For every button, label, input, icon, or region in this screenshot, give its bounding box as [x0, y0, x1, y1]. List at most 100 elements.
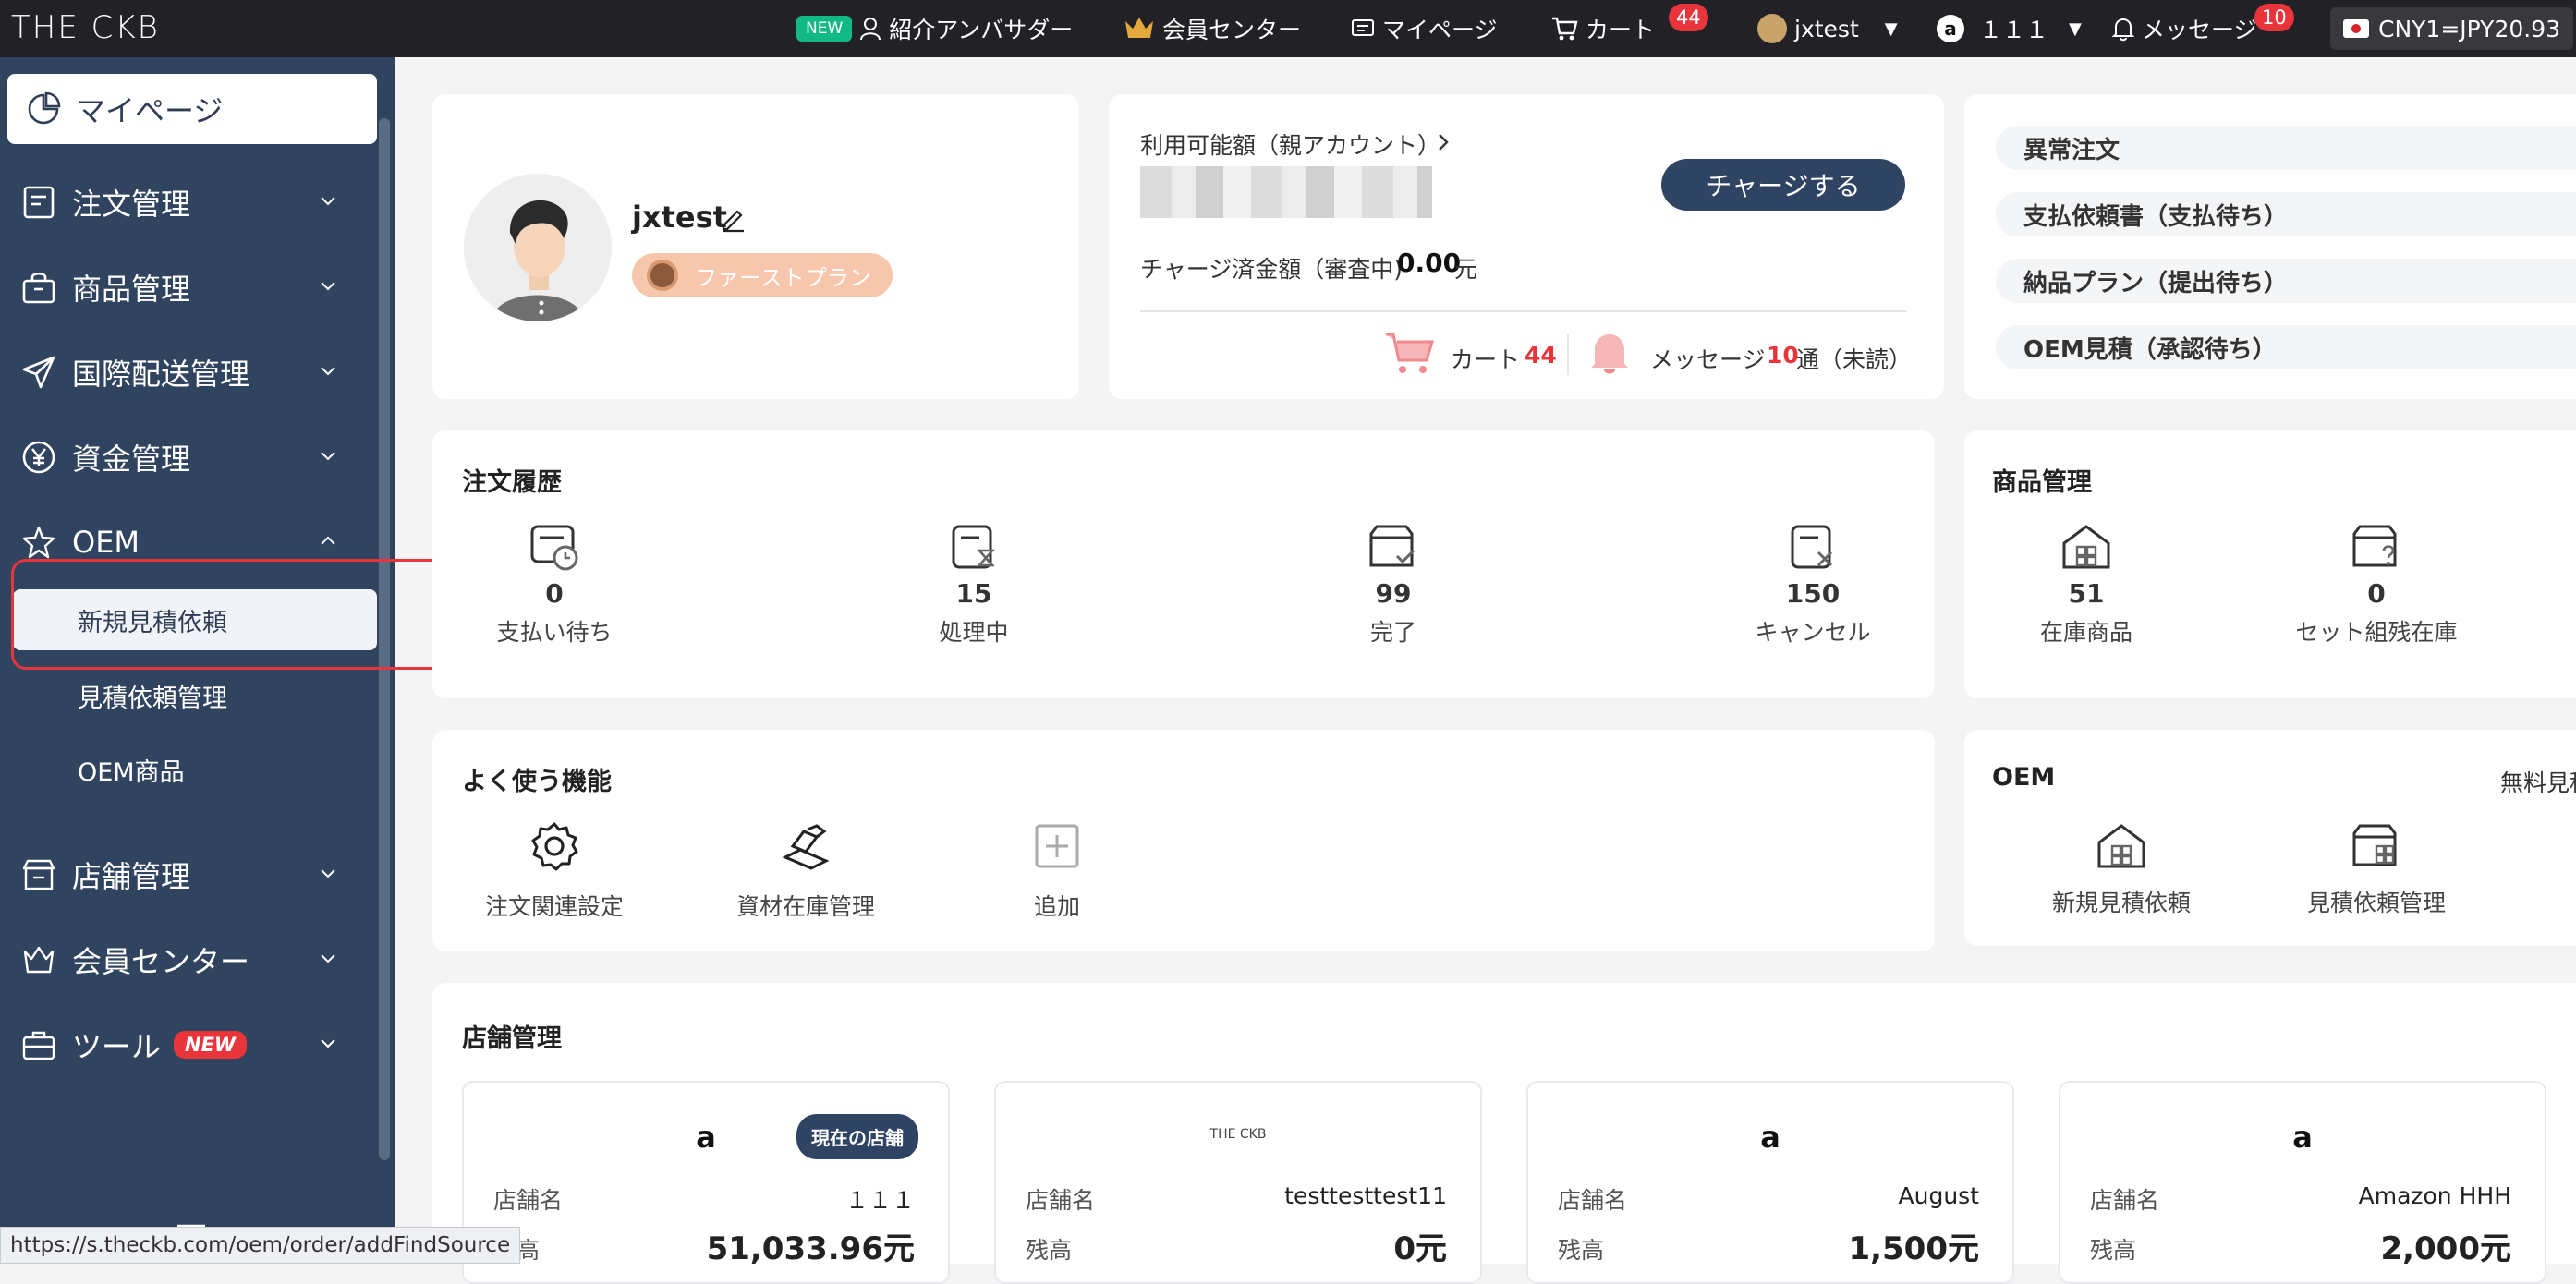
available-amount-label[interactable]: 利用可能額（親アカウント）	[1140, 127, 1440, 161]
new-badge: NEW	[174, 1031, 248, 1059]
currency-rate[interactable]: CNY1=JPY20.93	[2330, 0, 2574, 57]
oem-quote-management[interactable]: 見積依頼管理	[2275, 822, 2478, 918]
order-stat-complete[interactable]: 99 完了	[1292, 523, 1495, 648]
box-grid-icon	[2352, 824, 2397, 866]
divider	[1140, 310, 1907, 312]
store-name: testtesttest11	[1284, 1182, 1447, 1209]
payment-clock-icon	[530, 525, 578, 571]
sidebar-item-label: OEM	[72, 525, 140, 560]
frequent-add[interactable]: 追加	[955, 820, 1159, 922]
sidebar-subitem-quote-management[interactable]: 見積依頼管理	[78, 678, 227, 714]
message-summary-label[interactable]: メッセージ	[1650, 342, 1766, 375]
logo[interactable]: THE CKB	[11, 9, 160, 46]
materials-icon	[782, 824, 830, 870]
plan-label: ファーストプラン	[695, 264, 871, 291]
oem-function-label: 新規見積依頼	[2051, 890, 2191, 916]
sidebar-item-label: ツール	[72, 1029, 162, 1064]
mypage-link[interactable]: マイページ	[1351, 0, 1498, 57]
toolbox-icon	[20, 1026, 57, 1063]
stat-value: 0	[2367, 578, 2386, 609]
store-name-label: 店舗名	[493, 1187, 564, 1214]
warehouse-icon	[2062, 525, 2110, 569]
sidebar-item-orders[interactable]: 注文管理	[0, 170, 379, 235]
sidebar-item-member-center[interactable]: 会員センター	[0, 927, 379, 992]
product-stat-set-stock[interactable]: 0 セット組残在庫	[2275, 523, 2478, 648]
sidebar-item-stores[interactable]: 店舗管理	[0, 842, 379, 907]
function-label: 追加	[1033, 893, 1080, 920]
store-name-label: 店舗名	[2090, 1187, 2160, 1214]
store-balance: 1,500元	[1848, 1230, 1979, 1267]
function-label: 資材在庫管理	[735, 893, 875, 920]
pending-charge-unit: 元	[1454, 256, 1478, 283]
amazon-logo-icon: a	[2292, 1120, 2313, 1155]
cart-summary-label[interactable]: カート	[1451, 342, 1520, 375]
store-name-label: 店舗名	[1558, 1187, 1628, 1214]
store-card[interactable]: a 現在の店舗 店舗名 １１１ 残高 51,033.96元	[462, 1081, 950, 1284]
document-x-icon	[1791, 525, 1833, 569]
amazon-icon: a	[1937, 15, 1964, 42]
member-center-link[interactable]: 会員センター	[1124, 0, 1301, 57]
product-stat-stock[interactable]: 51 在庫商品	[1985, 523, 2188, 648]
sidebar-subitem-oem-products[interactable]: OEM商品	[78, 752, 185, 788]
user-menu[interactable]: jxtest ▼	[1757, 0, 1898, 57]
chevron-down-icon	[321, 452, 335, 461]
messages-count-badge: 10	[2254, 4, 2294, 31]
store-balance: 51,033.96元	[706, 1230, 915, 1267]
ambassador-link[interactable]: NEW 紹介アンバサダー	[796, 0, 1073, 57]
stat-value: 150	[1785, 578, 1841, 609]
chevron-right-icon[interactable]	[1434, 131, 1452, 153]
free-quote-link[interactable]: 無料見積	[2500, 765, 2576, 798]
store-card[interactable]: a 店舗名 Amazon HHH 残高 2,000元	[2059, 1081, 2546, 1284]
stat-label: キャンセル	[1755, 619, 1871, 646]
bell-icon	[1591, 334, 1628, 374]
order-stat-cancelled[interactable]: 150 キャンセル	[1711, 523, 1914, 648]
stat-value: 15	[955, 578, 992, 609]
oem-card-title: OEM	[1992, 763, 2056, 792]
stat-label: 処理中	[939, 619, 1009, 646]
chevron-down-icon: ▼	[1884, 18, 1898, 39]
ambassador-label: 紹介アンバサダー	[889, 17, 1074, 43]
pie-chart-icon	[28, 91, 61, 125]
theckb-logo-icon: THE CKB	[1209, 1127, 1267, 1142]
sidebar-item-tools[interactable]: ツール NEW	[0, 1012, 379, 1077]
alert-item-oem-quote[interactable]: OEM見積（承認待ち）	[1996, 325, 2576, 369]
product-management-title: 商品管理	[1992, 468, 2092, 497]
pending-charge-label: チャージ済金額（審査中)	[1140, 256, 1403, 283]
yen-coin-icon	[20, 439, 57, 476]
profile-username: jxtest	[632, 200, 727, 235]
avatar	[464, 174, 612, 321]
bag-icon	[20, 269, 57, 306]
oem-new-quote[interactable]: 新規見積依頼	[2020, 822, 2223, 918]
shop-switcher[interactable]: a １１１ ▼	[1937, 0, 2082, 57]
sidebar-item-label: 国際配送管理	[72, 357, 250, 392]
edit-icon[interactable]	[719, 205, 747, 233]
stat-label: 完了	[1369, 619, 1416, 646]
alert-item-abnormal-order[interactable]: 異常注文	[1996, 126, 2576, 170]
sidebar-item-shipping[interactable]: 国際配送管理	[0, 340, 379, 405]
store-name: １１１	[844, 1187, 915, 1214]
sidebar-item-funds[interactable]: 資金管理	[0, 425, 379, 490]
charge-button[interactable]: チャージする	[1661, 159, 1905, 211]
alert-item-payment-pending[interactable]: 支払依頼書（支払待ち）	[1996, 192, 2576, 236]
sidebar-item-products[interactable]: 商品管理	[0, 255, 379, 320]
store-balance: 2,000元	[2380, 1230, 2511, 1267]
frequent-material-stock[interactable]: 資材在庫管理	[704, 820, 907, 922]
frequent-order-settings[interactable]: 注文関連設定	[453, 820, 656, 922]
gear-icon	[531, 822, 578, 871]
highlight-annotation	[11, 559, 456, 670]
crown-icon	[1125, 18, 1153, 38]
store-balance: 0元	[1393, 1230, 1447, 1267]
store-card[interactable]: THE CKB 店舗名 testtesttest11 残高 0元	[994, 1081, 1482, 1284]
order-stat-awaiting-payment[interactable]: 0 支払い待ち	[453, 523, 656, 648]
box-check-icon	[1369, 525, 1416, 567]
sidebar-item-mypage[interactable]: マイページ	[7, 74, 377, 144]
cart-link[interactable]: カート	[1550, 0, 1655, 57]
sidebar-item-label: 店舗管理	[72, 859, 191, 894]
hourglass-document-icon	[952, 525, 995, 569]
plan-badge[interactable]: ファーストプラン	[632, 253, 893, 297]
messages-label: メッセージ	[2142, 17, 2257, 43]
alert-item-delivery-plan[interactable]: 納品プラン（提出待ち）	[1996, 259, 2576, 303]
order-stat-processing[interactable]: 15 処理中	[872, 523, 1075, 648]
messages-link[interactable]: メッセージ	[2112, 0, 2257, 57]
store-card[interactable]: a 店舗名 August 残高 1,500元	[1526, 1081, 2014, 1284]
